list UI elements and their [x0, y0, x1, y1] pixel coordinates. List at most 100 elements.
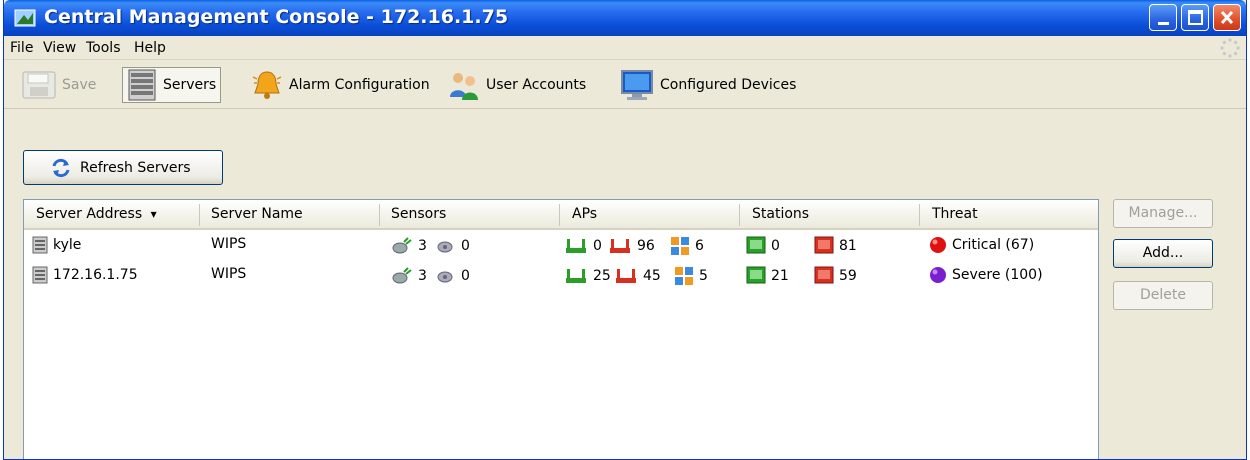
column-header-threat[interactable]: Threat	[932, 206, 978, 222]
ap-authorized-icon	[566, 269, 586, 283]
menu-file[interactable]: File	[10, 40, 33, 56]
ap-rogue-icon	[616, 269, 636, 283]
user-accounts-button[interactable]: User Accounts	[444, 67, 590, 103]
column-divider[interactable]	[559, 204, 560, 226]
aps-rogue-cell: 96	[608, 236, 655, 256]
maximize-button[interactable]	[1181, 4, 1209, 31]
server-icon	[32, 266, 48, 284]
app-icon	[14, 9, 36, 27]
stations-authorized-cell: 21	[746, 266, 789, 286]
column-divider[interactable]	[199, 204, 200, 226]
close-icon	[1220, 10, 1234, 25]
aps-other-count: 6	[695, 238, 704, 254]
station-authorized-icon	[746, 266, 766, 284]
aps-authorized-cell: 0	[564, 236, 602, 256]
stations-authorized-count: 0	[771, 238, 780, 254]
save-button[interactable]: Save	[18, 67, 100, 103]
menu-view[interactable]: View	[43, 40, 76, 56]
column-header-stations[interactable]: Stations	[752, 206, 809, 222]
aps-rogue-count: 45	[643, 268, 661, 284]
add-button[interactable]: Add...	[1113, 239, 1213, 268]
configured-devices-label: Configured Devices	[660, 77, 797, 93]
refresh-icon	[52, 158, 70, 177]
maximize-icon	[1188, 10, 1203, 25]
column-divider[interactable]	[379, 204, 380, 226]
menu-help[interactable]: Help	[134, 40, 166, 56]
threat-cell: Critical (67)	[929, 236, 1034, 254]
servers-label: Servers	[163, 77, 217, 93]
sensors-down-count: 0	[461, 268, 470, 284]
threat-value: Severe (100)	[952, 267, 1043, 283]
stations-rogue-count: 81	[839, 238, 857, 254]
configured-devices-button[interactable]: Configured Devices	[616, 67, 800, 103]
toolbar: Save Servers Alarm Configuration User Ac…	[4, 61, 1246, 109]
window-title: Central Management Console - 172.16.1.75	[44, 6, 509, 28]
table-row[interactable]: 172.16.1.75 WIPS 3 0 25 45 5 21 59 Sever…	[24, 262, 1098, 290]
server-rack-icon	[128, 69, 156, 101]
aps-authorized-cell: 25	[564, 266, 611, 286]
sensors-down-cell: 0	[436, 236, 470, 256]
column-header-server-name[interactable]: Server Name	[211, 206, 303, 222]
monitor-icon	[621, 70, 653, 100]
column-divider[interactable]	[739, 204, 740, 226]
main-window: Central Management Console - 172.16.1.75…	[3, 0, 1247, 460]
ap-unknown-icon	[671, 237, 689, 255]
threat-level-icon	[930, 267, 946, 283]
refresh-servers-button[interactable]: Refresh Servers	[23, 150, 223, 185]
sensors-down-count: 0	[461, 238, 470, 254]
sensor-inactive-icon	[437, 271, 453, 283]
minimize-button[interactable]	[1149, 4, 1177, 31]
user-accounts-label: User Accounts	[486, 77, 587, 93]
server-name: WIPS	[211, 266, 247, 282]
save-label: Save	[62, 77, 97, 93]
aps-authorized-count: 0	[593, 238, 602, 254]
alarm-configuration-label: Alarm Configuration	[289, 77, 430, 93]
sensor-active-icon	[392, 267, 412, 284]
column-header-sensors[interactable]: Sensors	[391, 206, 446, 222]
aps-other-count: 5	[699, 268, 708, 284]
server-address-cell: kyle	[32, 236, 81, 254]
ap-authorized-icon	[566, 239, 586, 253]
menu-tools[interactable]: Tools	[86, 40, 121, 56]
stations-authorized-cell: 0	[746, 236, 780, 256]
users-icon	[450, 73, 478, 100]
sensors-down-cell: 0	[436, 266, 470, 286]
column-divider[interactable]	[919, 204, 920, 226]
servers-button[interactable]: Servers	[122, 67, 222, 103]
sensor-active-icon	[392, 237, 412, 254]
aps-authorized-count: 25	[593, 268, 611, 284]
minimize-icon	[1158, 22, 1169, 25]
title-bar[interactable]: Central Management Console - 172.16.1.75	[4, 0, 1246, 36]
stations-rogue-cell: 81	[814, 236, 857, 256]
sensor-inactive-icon	[437, 241, 453, 253]
menu-bar: File View Tools Help	[4, 36, 1246, 60]
column-label: Server Address	[36, 206, 143, 222]
column-header-server-address[interactable]: Server Address ▾	[36, 206, 157, 222]
sensors-up-count: 3	[418, 238, 427, 254]
close-button[interactable]	[1213, 4, 1241, 31]
server-icon	[32, 236, 48, 254]
refresh-servers-label: Refresh Servers	[80, 159, 191, 176]
station-rogue-icon	[814, 236, 834, 254]
alarm-configuration-button[interactable]: Alarm Configuration	[247, 67, 434, 103]
station-rogue-icon	[814, 266, 834, 284]
stations-rogue-count: 59	[839, 268, 857, 284]
aps-other-cell: 6	[670, 236, 704, 256]
table-row[interactable]: kyle WIPS 3 0 0 96 6 0 81 Critical (67)	[24, 232, 1098, 260]
sort-descending-icon: ▾	[150, 207, 157, 221]
stations-rogue-cell: 59	[814, 266, 857, 286]
delete-button[interactable]: Delete	[1113, 281, 1213, 310]
sensors-up-cell: 3	[391, 266, 427, 286]
threat-cell: Severe (100)	[929, 266, 1043, 284]
column-header-aps[interactable]: APs	[572, 206, 597, 222]
activity-spinner-icon	[1220, 38, 1240, 58]
servers-table: Server Address ▾ Server Name Sensors APs…	[23, 199, 1099, 459]
aps-rogue-cell: 45	[614, 266, 661, 286]
manage-button[interactable]: Manage...	[1113, 199, 1213, 228]
stations-authorized-count: 21	[771, 268, 789, 284]
server-name: WIPS	[211, 236, 247, 252]
aps-rogue-count: 96	[637, 238, 655, 254]
threat-level-icon	[930, 237, 946, 253]
save-icon	[22, 71, 56, 99]
alarm-bell-icon	[252, 71, 282, 99]
